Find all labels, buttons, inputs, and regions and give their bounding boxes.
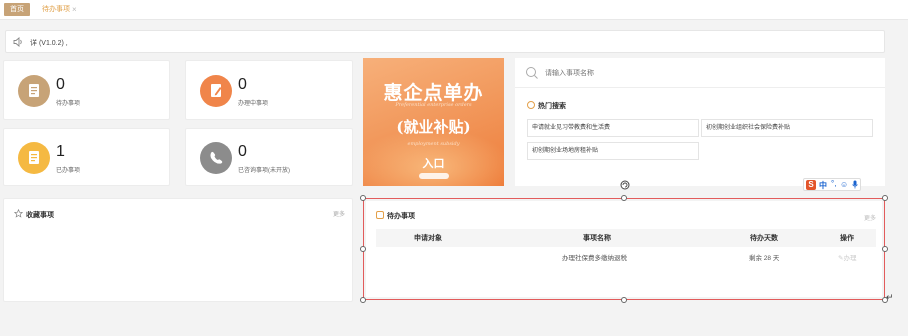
hot-search-item[interactable]: 申请就业见习带教费和生活费 <box>527 119 699 137</box>
resize-handle[interactable] <box>360 246 366 252</box>
favorites-more-link[interactable]: 更多 <box>333 209 345 218</box>
stat-label: 办理中事项 <box>238 101 269 107</box>
ime-toolbar: S 中 °, ☺ <box>803 178 861 191</box>
stat-label: 已咨询事项(未开放) <box>238 168 290 174</box>
ime-language-toggle[interactable]: 中 <box>819 180 827 191</box>
search-input[interactable] <box>545 66 865 80</box>
ime-emoji-icon[interactable]: ☺ <box>840 180 848 189</box>
paragraph-return-mark: ↵ <box>886 292 894 302</box>
tab-home[interactable]: 首页 <box>4 3 30 16</box>
edit-document-icon <box>200 75 232 107</box>
checklist-icon <box>18 142 50 174</box>
tab-close-icon[interactable]: × <box>72 3 77 16</box>
resize-handle[interactable] <box>621 195 627 201</box>
resize-handle[interactable] <box>882 195 888 201</box>
stat-value: 0 <box>238 143 247 160</box>
resize-handle[interactable] <box>621 297 627 303</box>
notice-bar: 详 (V1.0.2) , <box>5 30 885 53</box>
ime-logo-icon[interactable]: S <box>806 180 816 190</box>
favorites-title: 收藏事项 <box>26 212 54 219</box>
banner-title: 惠企点单办 <box>383 82 484 104</box>
banner-entry: 入口 <box>422 158 445 170</box>
resize-handle[interactable] <box>360 297 366 303</box>
speaker-icon <box>13 37 22 47</box>
tab-pending[interactable]: 待办事项 <box>37 3 75 16</box>
resize-handle[interactable] <box>882 246 888 252</box>
hot-search-item[interactable]: 初创期创业组织社会保险费补贴 <box>701 119 873 137</box>
promo-banner[interactable]: 惠企点单办 Preferential enterprise orders (就业… <box>363 58 504 186</box>
resize-handle[interactable] <box>360 195 366 201</box>
stat-card-consulted[interactable]: 0 已咨询事项(未开放) <box>185 128 353 186</box>
stat-value: 0 <box>56 76 65 93</box>
favorites-card: 收藏事项 更多 <box>3 198 353 302</box>
document-icon <box>18 75 50 107</box>
star-icon <box>13 208 24 218</box>
search-icon <box>526 67 538 79</box>
notice-text: 详 (V1.0.2) , <box>30 40 68 47</box>
banner-eng: Preferential enterprise orders <box>395 102 472 108</box>
favorites-heading: 收藏事项 <box>13 208 54 220</box>
hot-search-item[interactable]: 初创期创业场地房租补贴 <box>527 142 699 160</box>
rotate-handle-icon[interactable] <box>620 180 630 190</box>
banner-subtitle: (就业补贴) <box>396 118 471 136</box>
selection-frame <box>363 198 885 300</box>
hot-search-heading: 热门搜索 <box>527 101 566 111</box>
ime-punctuation-toggle[interactable]: °, <box>831 179 836 188</box>
stat-card-pending[interactable]: 0 待办事项 <box>3 60 170 120</box>
stat-card-in-progress[interactable]: 0 办理中事项 <box>185 60 353 120</box>
phone-icon <box>200 142 232 174</box>
hot-search-title: 热门搜索 <box>538 103 566 110</box>
ime-mic-icon[interactable] <box>852 180 858 191</box>
fire-icon <box>527 101 535 109</box>
search-box <box>515 58 885 88</box>
stat-label: 已办事项 <box>56 168 81 174</box>
stat-value: 0 <box>238 76 247 93</box>
stat-value: 1 <box>56 143 65 160</box>
tab-bar: 首页 待办事项 × <box>0 0 908 20</box>
search-panel: 热门搜索 申请就业见习带教费和生活费 初创期创业组织社会保险费补贴 初创期创业场… <box>515 58 885 186</box>
stat-label: 待办事项 <box>56 101 81 107</box>
banner-indicator <box>419 173 449 179</box>
banner-eng2: employment subsidy <box>407 141 460 147</box>
stat-card-done[interactable]: 1 已办事项 <box>3 128 170 186</box>
